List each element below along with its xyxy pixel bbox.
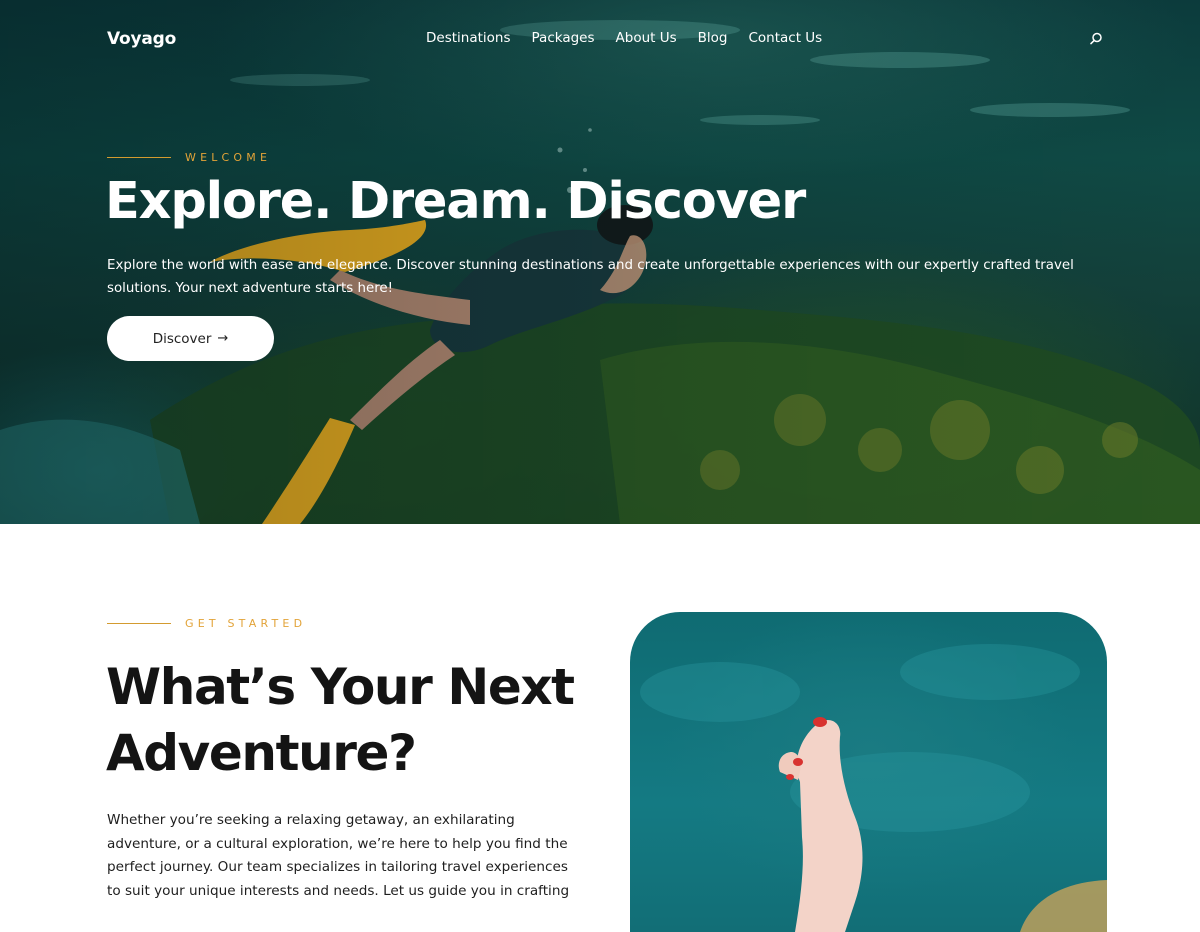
discover-button[interactable]: Discover → — [107, 316, 274, 361]
about-text: Whether you’re seeking a relaxing getawa… — [107, 812, 570, 899]
discover-button-label: Discover — [152, 330, 212, 347]
search-icon[interactable] — [1088, 31, 1104, 47]
about-eyebrow-text: GET STARTED — [185, 617, 307, 630]
eyebrow-divider — [107, 157, 171, 158]
nav-link-packages[interactable]: Packages — [532, 30, 595, 46]
main-nav: Destinations Packages About Us Blog Cont… — [426, 30, 822, 46]
hero-eyebrow-text: WELCOME — [185, 151, 272, 164]
feet-over-water-image — [630, 612, 1107, 932]
nav-link-blog[interactable]: Blog — [698, 30, 728, 46]
nav-link-destinations[interactable]: Destinations — [426, 30, 511, 46]
about-title: What’s Your Next Adventure? — [106, 658, 575, 782]
nav-link-about-us[interactable]: About Us — [616, 30, 677, 46]
nav-link-contact-us[interactable]: Contact Us — [748, 30, 822, 46]
arrow-right-icon: → — [217, 331, 229, 346]
about-eyebrow: GET STARTED — [107, 617, 306, 630]
get-started-section: GET STARTED What’s Your Next Adventure? … — [0, 524, 1200, 932]
site-logo[interactable]: Voyago — [107, 29, 176, 49]
eyebrow-divider — [107, 623, 171, 624]
hero-eyebrow: WELCOME — [107, 151, 271, 164]
site-header: Voyago Destinations Packages About Us Bl… — [0, 0, 1200, 80]
hero-title: Explore. Dream. Discover — [105, 172, 806, 231]
hero-section: Voyago Destinations Packages About Us Bl… — [0, 0, 1200, 524]
hero-description: Explore the world with ease and elegance… — [107, 258, 1074, 296]
